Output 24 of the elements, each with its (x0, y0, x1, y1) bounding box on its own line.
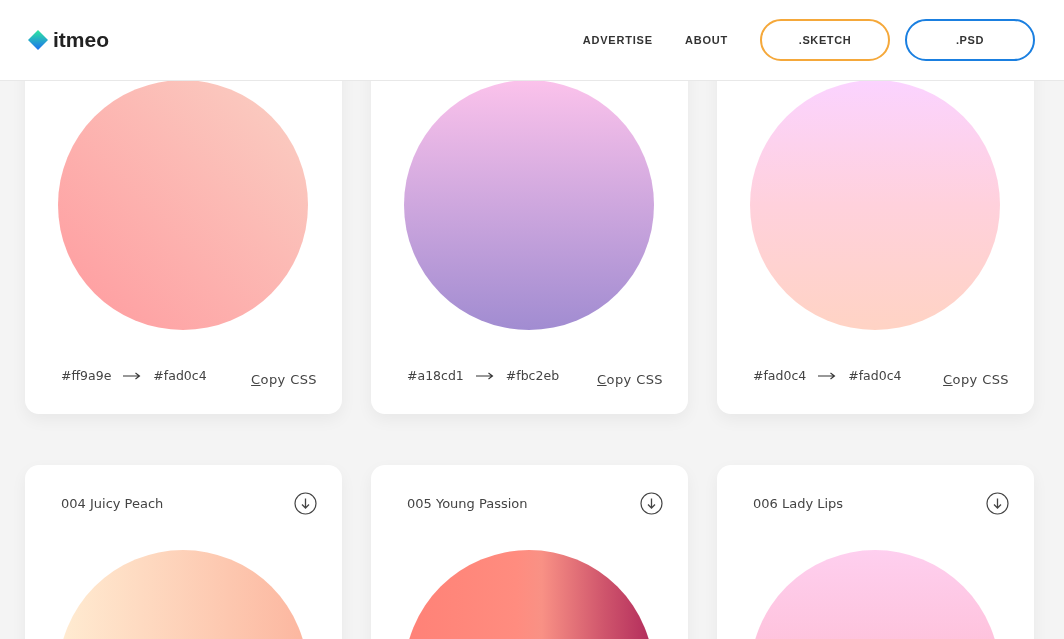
gradient-name: 005 Young Passion (407, 495, 528, 511)
logo-icon (27, 29, 49, 51)
logo-text[interactable]: itmeo (53, 28, 109, 52)
download-button[interactable]: .SKETCH (760, 19, 890, 61)
copy-css-link[interactable]: Copy CSS (251, 372, 317, 387)
download-icon[interactable] (640, 491, 663, 515)
copy-css-link[interactable]: Copy CSS (597, 372, 663, 387)
hex-code: #fad0c4 (153, 368, 207, 383)
hex-code: #fbc2eb (505, 368, 560, 383)
arrow-icon (123, 371, 142, 380)
hex-code: #ff9a9e (61, 368, 112, 383)
hex-code: #fad0c4 (753, 368, 807, 383)
arrow-icon (818, 371, 837, 380)
copy-css-link[interactable]: Copy CSS (943, 372, 1009, 387)
download-button[interactable]: .PSD (905, 19, 1035, 61)
hex-code: #fad0c4 (848, 368, 902, 383)
gradient-name: 006 Lady Lips (753, 495, 844, 511)
nav-link[interactable]: ABOUT (684, 34, 728, 46)
gradient-name: 004 Juicy Peach (61, 495, 164, 511)
arrow-icon (475, 371, 494, 380)
download-icon[interactable] (294, 491, 317, 515)
hex-code: #a18cd1 (407, 368, 464, 383)
download-icon[interactable] (986, 491, 1009, 515)
nav-link[interactable]: ADVERTISE (582, 34, 653, 46)
